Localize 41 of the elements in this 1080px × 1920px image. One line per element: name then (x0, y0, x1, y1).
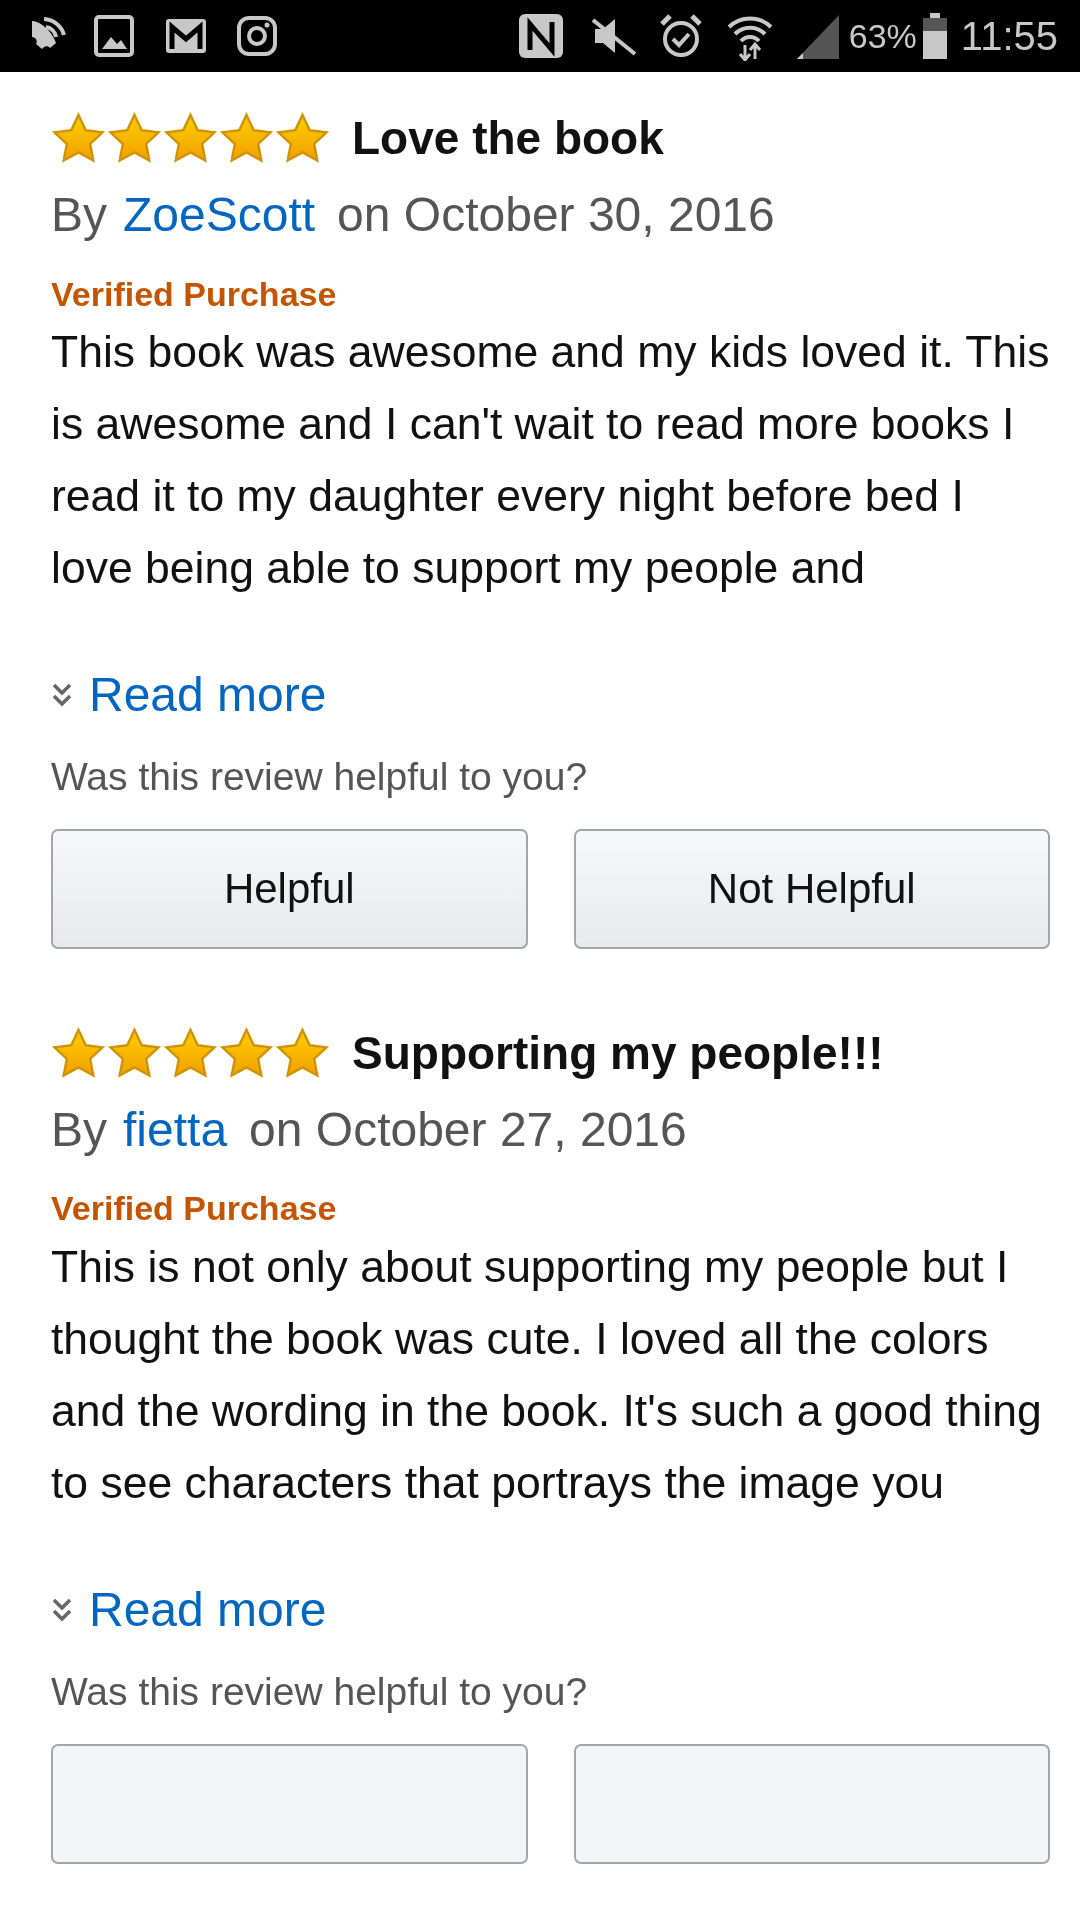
author-link[interactable]: ZoeScott (123, 188, 316, 241)
star-icon (51, 1026, 106, 1079)
clock: 11:55 (960, 16, 1058, 56)
review-text: This book was awesome and my kids loved it. This is awesome and I can't wait to read more books I read it to my daughter every night before bed I love being able to support my people and (51, 326, 1050, 595)
mute-icon (590, 16, 637, 56)
by-label: By (51, 188, 107, 241)
feedback-button[interactable] (51, 1743, 528, 1864)
feedback-button[interactable]: Helpful (51, 828, 528, 949)
star-icon (275, 112, 330, 164)
signal-icon (794, 13, 839, 59)
star-icon (51, 112, 106, 164)
star-icon (219, 112, 274, 164)
author-link[interactable]: fietta (123, 1102, 228, 1156)
review-title: Love the book (352, 115, 664, 161)
nfc-icon (516, 12, 565, 60)
review-date: on October 27, 2016 (249, 1102, 687, 1156)
read-more-link[interactable]: Read more (89, 666, 327, 724)
verified-purchase-label: Verified Purchase (51, 273, 338, 315)
helpful-question: Was this review helpful to you? (51, 754, 589, 800)
feedback-button[interactable]: Not Helpful (573, 828, 1050, 949)
gallery-icon (94, 15, 134, 57)
read-more-link[interactable]: Read more (89, 1581, 327, 1639)
review-date: on October 30, 2016 (337, 188, 775, 241)
star-icon (163, 112, 218, 164)
helpful-question: Was this review helpful to you? (51, 1668, 589, 1715)
chevron-down-icon (51, 1596, 73, 1623)
star-icon (163, 1026, 218, 1079)
verified-purchase-label: Verified Purchase (51, 1188, 338, 1230)
camera-icon (236, 15, 278, 57)
alarm-icon (658, 13, 703, 59)
battery-percent: 63% (848, 19, 917, 53)
by-label: By (51, 1102, 107, 1156)
chevron-down-icon (51, 682, 73, 709)
feedback-button[interactable] (573, 1743, 1050, 1864)
review-text: This is not only about supporting my people but I thought the book was cute. I loved all the colors and the wording in the book. It's such a good thing to see characters that portrays the image you (51, 1241, 1043, 1510)
star-icon (275, 1026, 330, 1079)
star-icon (107, 112, 162, 164)
mail-icon (164, 17, 208, 55)
star-icon (107, 1026, 162, 1079)
star-icon (219, 1026, 274, 1079)
battery-icon (922, 13, 947, 59)
